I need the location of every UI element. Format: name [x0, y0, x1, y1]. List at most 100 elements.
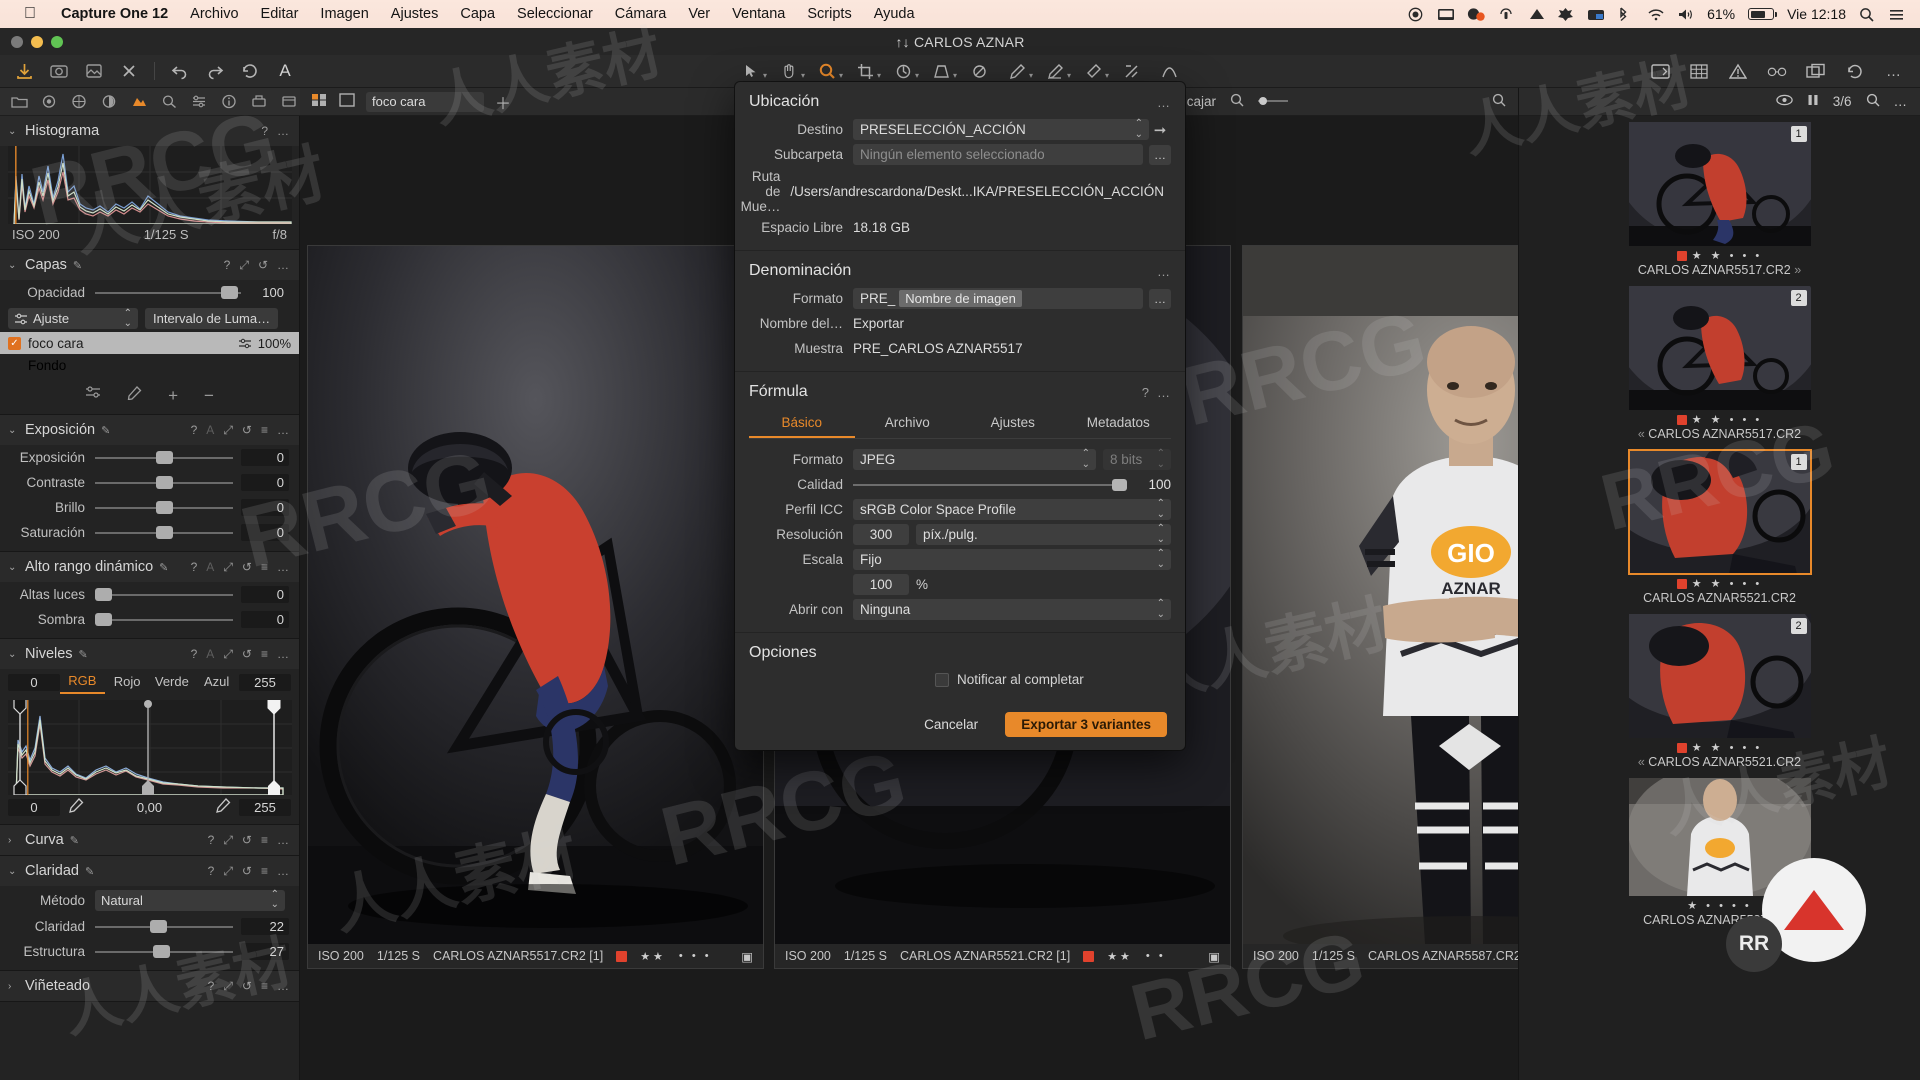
chevron-down-icon[interactable]: ⌄: [8, 260, 19, 271]
pan-hand-icon[interactable]: [779, 61, 799, 81]
tab-archivo[interactable]: Archivo: [855, 411, 961, 438]
expand-icon[interactable]: ⤢: [223, 647, 233, 662]
expand-icon[interactable]: ⤢: [223, 864, 233, 879]
slider-knob[interactable]: [95, 613, 112, 626]
battery-icon[interactable]: [1748, 8, 1774, 20]
brightness-slider[interactable]: [95, 498, 233, 518]
levels-output-mid[interactable]: 0,00: [92, 800, 207, 815]
recipe-escala-percent-input[interactable]: 100: [853, 574, 909, 595]
refresh-icon[interactable]: [1845, 61, 1865, 81]
notify-checkbox[interactable]: [935, 673, 949, 687]
layer-mode-select[interactable]: Ajuste ⌃⌄: [8, 308, 138, 329]
eyedropper-shadow-icon[interactable]: [60, 798, 92, 816]
chevron-updown-icon[interactable]: ⌃⌄: [1157, 524, 1165, 545]
reset-icon[interactable]: ↺: [242, 864, 252, 878]
slider-knob[interactable]: [221, 286, 238, 299]
clarity-method-select[interactable]: Natural ⌃⌄: [95, 890, 285, 911]
slider-knob[interactable]: [156, 526, 173, 539]
details-icon[interactable]: [160, 93, 178, 111]
menu-item-imagen[interactable]: Imagen: [309, 6, 379, 22]
menu-item-ventana[interactable]: Ventana: [721, 6, 796, 22]
expand-icon[interactable]: ⤢: [223, 423, 233, 438]
saturation-value[interactable]: 0: [241, 524, 289, 541]
levels-output-low[interactable]: 0: [8, 799, 60, 816]
erase-mask-icon[interactable]: [1083, 61, 1103, 81]
glasses-icon[interactable]: [1767, 61, 1787, 81]
viewer-image-3[interactable]: GIO AZNAR IS: [1243, 246, 1518, 968]
clarity-slider[interactable]: [95, 917, 233, 937]
chevron-updown-icon[interactable]: ⌃⌄: [1157, 549, 1165, 570]
thumbnail-rating[interactable]: ★ ★ • • •: [1692, 413, 1763, 426]
color-editor-icon[interactable]: [1007, 61, 1027, 81]
export-dialog[interactable]: Ubicación … Destino PRESELECCIÓN_ACCIÓN …: [735, 82, 1185, 750]
slider-knob[interactable]: [153, 945, 170, 958]
plus-icon[interactable]: ＋: [494, 90, 512, 114]
highlights-slider[interactable]: [95, 585, 233, 605]
close-icon[interactable]: [119, 61, 139, 81]
preset-icon[interactable]: ≡: [261, 423, 268, 437]
search-icon[interactable]: [1859, 7, 1876, 22]
chevron-right-icon[interactable]: ›: [8, 981, 19, 992]
eyedropper-highlight-icon[interactable]: [207, 798, 239, 816]
levels-tab-rgb[interactable]: RGB: [60, 671, 105, 694]
more-icon[interactable]: …: [1894, 94, 1909, 109]
chevron-down-icon[interactable]: ⌄: [8, 866, 19, 877]
image-rating[interactable]: ★★: [640, 950, 666, 963]
expand-icon[interactable]: ⤢: [223, 560, 233, 575]
recipe-formato-select[interactable]: JPEG ⌃⌄: [853, 449, 1096, 470]
levels-tab-blue[interactable]: Azul: [194, 672, 239, 693]
collection-select[interactable]: foco cara: [366, 92, 484, 112]
checkbox-icon[interactable]: ✓: [8, 337, 21, 350]
pause-icon[interactable]: [1807, 94, 1819, 109]
layer-brush-icon[interactable]: [127, 386, 142, 406]
menu-item-ajustes[interactable]: Ajustes: [380, 6, 450, 22]
preset-icon[interactable]: ≡: [261, 647, 268, 661]
lens-icon[interactable]: [70, 93, 88, 111]
rotate-icon[interactable]: [893, 61, 913, 81]
thumbnail-image[interactable]: 2: [1629, 286, 1811, 410]
destino-select[interactable]: PRESELECCIÓN_ACCIÓN ⌃⌄: [853, 119, 1149, 140]
exposure-header[interactable]: ⌄ Exposición ✎ ? A ⤢ ↺ ≡ …: [0, 415, 299, 445]
tab-ajustes[interactable]: Ajustes: [960, 411, 1066, 438]
exposure-slider[interactable]: [95, 448, 233, 468]
levels-input-high[interactable]: 255: [239, 674, 291, 691]
thumbnail-rating[interactable]: ★ • • • •: [1687, 899, 1752, 912]
crop-icon[interactable]: [855, 61, 875, 81]
chevron-updown-icon[interactable]: ⌃⌄: [1157, 499, 1165, 520]
formato-browse-button[interactable]: …: [1149, 289, 1171, 309]
brightness-value[interactable]: 0: [241, 499, 289, 516]
album-icon[interactable]: [84, 61, 104, 81]
rotate-selector-icon[interactable]: [817, 61, 837, 81]
grid-icon[interactable]: [1689, 61, 1709, 81]
library-icon[interactable]: [10, 93, 28, 111]
more-icon[interactable]: …: [277, 864, 289, 878]
slider-knob[interactable]: [156, 451, 173, 464]
more-icon[interactable]: …: [277, 258, 289, 272]
more-icon[interactable]: …: [1157, 385, 1171, 400]
thumbnail-rating[interactable]: ★ ★ • • •: [1692, 577, 1763, 590]
clarity-value[interactable]: 22: [241, 918, 289, 935]
chevron-updown-icon[interactable]: ⌃⌄: [1157, 599, 1165, 620]
reset-icon[interactable]: ↺: [242, 833, 252, 847]
highlights-value[interactable]: 0: [241, 586, 289, 603]
output-icon[interactable]: [250, 93, 268, 111]
layer-add-icon[interactable]: +: [168, 386, 178, 406]
more-icon[interactable]: …: [1157, 95, 1171, 110]
hdr-header[interactable]: ⌄ Alto rango dinámico ✎ ? A ⤢ ↺ ≡ …: [0, 552, 299, 582]
capture-icon[interactable]: [49, 61, 69, 81]
screen-icon[interactable]: [1437, 7, 1454, 22]
chevron-right-icon[interactable]: ›: [8, 835, 19, 846]
menu-item-archivo[interactable]: Archivo: [179, 6, 249, 22]
tab-basico[interactable]: Básico: [749, 411, 855, 438]
menu-item-seleccionar[interactable]: Seleccionar: [506, 6, 604, 22]
record-icon[interactable]: [1407, 7, 1424, 22]
structure-value[interactable]: 27: [241, 943, 289, 960]
menu-item-capa[interactable]: Capa: [449, 6, 506, 22]
slider-knob[interactable]: [150, 920, 167, 933]
thumbnail-item[interactable]: 1 ★ ★ • • • CARLOS AZNAR5517.CR2 »: [1629, 122, 1811, 277]
help-icon[interactable]: ?: [261, 124, 268, 138]
reset-icon[interactable]: ↺: [242, 560, 252, 574]
airplay-antenna-icon[interactable]: [1497, 7, 1514, 22]
curve-header[interactable]: › Curva ✎ ? ⤢ ↺ ≡ …: [0, 825, 299, 855]
thumbnail-item[interactable]: 2 ★ ★ • • • « CARLOS AZNAR5517.CR2: [1629, 286, 1811, 441]
